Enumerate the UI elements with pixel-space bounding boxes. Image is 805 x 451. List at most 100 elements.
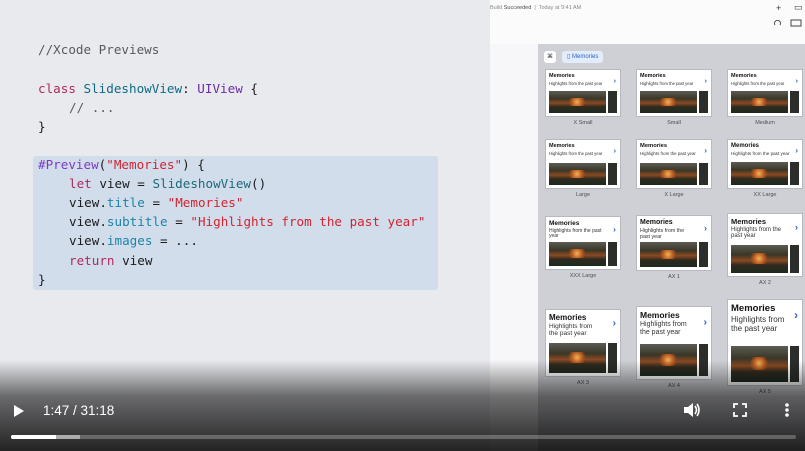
photo-thumbnail <box>608 242 617 266</box>
tile-subtitle: Highlights from the past year <box>640 150 696 156</box>
type-slideshowview-init: SlideshowView <box>152 176 252 191</box>
tile-title: Memories <box>549 73 575 79</box>
code-line-preview: #Preview("Memories") { <box>38 155 205 174</box>
code-line-images: view.images = ... <box>69 231 198 250</box>
chevron-right-icon: › <box>613 75 617 85</box>
code-line-subtitle: view.subtitle = "Highlights from the pas… <box>69 212 425 231</box>
plus-icon[interactable]: + <box>776 3 781 13</box>
keyword-class: class <box>38 81 76 96</box>
tile-subtitle: Highlights from the past year <box>731 314 785 333</box>
memory-photo <box>549 242 606 266</box>
tile-title: Memories <box>731 73 757 79</box>
fullscreen-icon[interactable] <box>733 403 747 417</box>
tile-size-label: Small <box>667 120 681 126</box>
play-icon[interactable] <box>12 404 26 418</box>
tile-title: Memories <box>549 143 575 149</box>
chevron-right-icon: › <box>613 223 616 234</box>
tile-size-label: AX 2 <box>759 280 771 286</box>
memory-photo <box>640 91 697 113</box>
tile-subtitle: Highlights from the past year <box>549 323 593 338</box>
tile-title: Memories <box>731 217 767 226</box>
preview-name: "Memories" <box>106 157 183 172</box>
code-line-comment: // ... <box>69 100 115 115</box>
progress-bar[interactable] <box>11 435 796 439</box>
photo-thumbnail <box>790 91 799 113</box>
tile-subtitle: Highlights from the past year <box>549 227 602 240</box>
memory-photo <box>549 163 606 185</box>
memory-photo <box>640 242 697 267</box>
preview-tile[interactable]: Memories Highlights from the past year › <box>637 216 711 270</box>
init-parens: () <box>251 176 267 191</box>
type-uiview: UIView <box>197 81 243 96</box>
code-line-class: class SlideshowView: UIView { <box>38 79 258 98</box>
photo-thumbnail <box>699 163 708 185</box>
tile-title: Memories <box>549 220 580 227</box>
code-line-title: view.title = "Memories" <box>69 193 243 212</box>
tab-memories-label: Memories <box>571 54 599 60</box>
tile-size-label: XXX Large <box>569 273 597 279</box>
title-eq: = <box>152 195 161 210</box>
preview-tile[interactable]: Memories Highlights from the past year › <box>546 140 620 188</box>
chevron-right-icon: › <box>795 146 798 155</box>
open-brace: { <box>250 81 258 96</box>
code-line-let: let view = SlideshowView() <box>69 174 266 193</box>
phone-icon: ▯ <box>567 54 571 60</box>
prop-subtitle: subtitle <box>106 214 168 229</box>
preview-tile[interactable]: Memories Highlights from the past year › <box>637 140 711 188</box>
preview-tile[interactable]: Memories Highlights from the past year › <box>637 70 711 116</box>
title-obj: view. <box>69 195 107 210</box>
code-line-end: } <box>38 272 46 287</box>
memory-photo <box>549 91 606 113</box>
tile-size-label: X Small <box>573 120 593 126</box>
chevron-right-icon: › <box>794 221 798 233</box>
tile-size-label: Medium <box>755 120 775 126</box>
preview-tile[interactable]: Memories Highlights from the past year › <box>728 214 802 276</box>
build-status-time: Today at 9:41 AM <box>538 5 582 11</box>
prop-title: title <box>106 195 145 210</box>
pin-button[interactable]: ⌘ <box>544 51 556 63</box>
progress-played <box>11 435 56 439</box>
tile-title: Memories <box>640 73 666 79</box>
chevron-right-icon: › <box>703 315 708 328</box>
photo-thumbnail <box>699 91 708 113</box>
tile-subtitle: Highlights from the past year <box>640 320 687 336</box>
let-assign: view = <box>99 176 145 191</box>
colon: : <box>182 81 190 96</box>
subtitle-eq: = <box>175 214 183 229</box>
inspector-icon[interactable] <box>790 19 802 27</box>
photo-thumbnail <box>790 245 799 273</box>
memory-photo <box>731 245 788 273</box>
code-line-close: } <box>38 119 46 134</box>
build-status-state: Succeeded <box>503 5 532 11</box>
chevron-right-icon: › <box>612 318 616 329</box>
tile-size-label: XX Large <box>753 192 777 198</box>
preview-tile[interactable]: Memories Highlights from the past year › <box>546 217 620 269</box>
memory-photo <box>731 91 788 113</box>
tab-memories[interactable]: ▯ Memories <box>562 51 604 63</box>
return-value: view <box>122 253 153 268</box>
tile-title: Memories <box>731 303 776 314</box>
preview-tile[interactable]: Memories Highlights from the past year › <box>728 140 802 188</box>
tile-title: Memories <box>549 313 587 322</box>
window-icon[interactable]: ▭ <box>794 2 803 13</box>
xcode-toolbar: Build Succeeded | Today at 9:41 AM + ▭ <box>490 0 805 45</box>
photo-thumbnail <box>699 242 708 267</box>
memory-photo <box>640 163 697 185</box>
refresh-icon[interactable] <box>773 19 783 27</box>
chevron-right-icon: › <box>794 309 798 322</box>
photo-thumbnail <box>790 162 799 185</box>
tile-title: Memories <box>731 143 760 149</box>
chevron-right-icon: › <box>704 75 708 85</box>
build-status-prefix: Build <box>490 5 503 11</box>
tile-title: Memories <box>640 219 673 226</box>
volume-icon[interactable] <box>683 402 701 418</box>
images-rest: = ... <box>160 233 198 248</box>
preview-tile[interactable]: Memories Highlights from the past year › <box>546 70 620 116</box>
images-obj: view. <box>69 233 107 248</box>
build-status: Build Succeeded | Today at 9:41 AM <box>490 5 582 11</box>
preview-tile[interactable]: Memories Highlights from the past year › <box>728 70 802 116</box>
tile-subtitle: Highlights from the past year <box>731 151 790 156</box>
more-vertical-icon[interactable] <box>783 402 791 418</box>
chevron-right-icon: › <box>795 75 799 85</box>
keyword-return: return <box>69 253 115 268</box>
